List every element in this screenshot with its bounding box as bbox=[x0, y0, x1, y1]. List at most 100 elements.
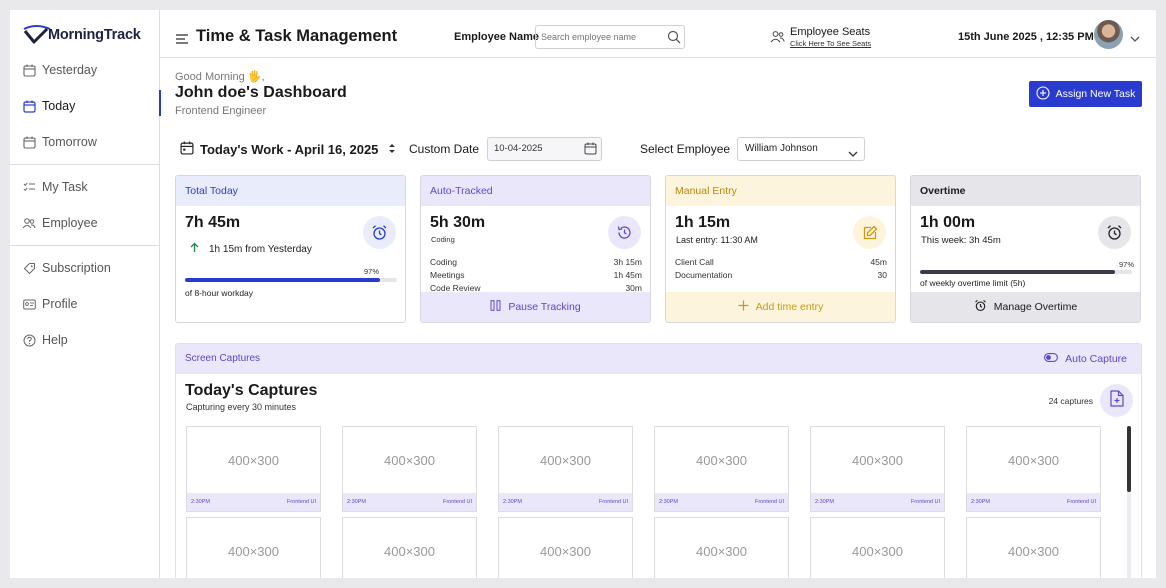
capture-placeholder: 400×300 bbox=[1008, 453, 1059, 468]
pause-tracking-button[interactable]: Pause Tracking bbox=[421, 292, 650, 322]
progress-note: of weekly overtime limit (5h) bbox=[920, 278, 1026, 288]
capture-thumbnail[interactable]: 400×300 bbox=[498, 517, 633, 578]
assign-new-task-button[interactable]: Assign New Task bbox=[1029, 81, 1142, 107]
calendar-icon bbox=[22, 99, 36, 113]
see-seats-link[interactable]: Click Here To See Seats bbox=[790, 39, 871, 48]
alarm-clock-icon bbox=[363, 216, 396, 249]
progress-fill bbox=[920, 270, 1116, 274]
progress-fill bbox=[185, 278, 381, 282]
manage-overtime-button[interactable]: Manage Overtime bbox=[911, 292, 1140, 322]
sidebar-item-employee[interactable]: Employee bbox=[10, 205, 160, 241]
capture-time: 2:30PM bbox=[659, 499, 678, 505]
app-window: MorningTrack Yesterday Today Tomorrow My… bbox=[10, 10, 1156, 578]
capture-time: 2:30PM bbox=[191, 499, 210, 505]
entry-name: Client Call bbox=[675, 257, 714, 267]
sidebar-item-yesterday[interactable]: Yesterday bbox=[10, 52, 160, 88]
auto-sub: Coding bbox=[431, 235, 455, 244]
capture-meta: 2:30PM Frontend UI bbox=[967, 493, 1100, 511]
capture-placeholder: 400×300 bbox=[228, 453, 279, 468]
capture-tag: Frontend UI bbox=[598, 499, 628, 505]
list-item: Client Call 45m bbox=[675, 256, 887, 269]
sidebar-item-today[interactable]: Today bbox=[10, 88, 161, 124]
card-total-today: Total Today 7h 45m 1h 15m from Yesterday… bbox=[175, 175, 406, 323]
select-employee-label: Select Employee bbox=[640, 142, 731, 156]
alarm-clock-icon bbox=[974, 299, 987, 315]
add-file-icon bbox=[1109, 389, 1125, 412]
employee-search-input[interactable] bbox=[536, 26, 664, 48]
capture-placeholder: 400×300 bbox=[852, 453, 903, 468]
search-icon[interactable] bbox=[667, 30, 681, 49]
captures-count: 24 captures bbox=[1048, 396, 1093, 406]
captures-section-label: Screen Captures bbox=[185, 353, 261, 364]
capture-time: 2:30PM bbox=[503, 499, 522, 505]
pause-tracking-label: Pause Tracking bbox=[508, 301, 581, 313]
auto-capture-label: Auto Capture bbox=[1065, 353, 1127, 365]
capture-thumbnail[interactable]: 400×300 bbox=[186, 517, 321, 578]
list-item: Meetings 1h 45m bbox=[430, 269, 642, 282]
capture-thumbnail[interactable]: 400×300 2:30PM Frontend UI bbox=[186, 426, 321, 512]
logo-text: MorningTrack bbox=[48, 27, 141, 43]
progress-note: of 8-hour workday bbox=[185, 288, 254, 298]
chevron-down-icon[interactable] bbox=[1130, 30, 1140, 48]
capture-thumbnail[interactable]: 400×300 2:30PM Frontend UI bbox=[342, 426, 477, 512]
avatar[interactable] bbox=[1094, 20, 1123, 49]
sidebar-item-help[interactable]: Help bbox=[10, 322, 160, 358]
sidebar-divider bbox=[10, 164, 160, 165]
edit-icon[interactable] bbox=[853, 216, 886, 249]
capture-tag: Frontend UI bbox=[910, 499, 940, 505]
sort-icon[interactable] bbox=[388, 142, 396, 157]
capture-time: 2:30PM bbox=[347, 499, 366, 505]
entry-name: Documentation bbox=[675, 270, 733, 280]
sidebar-item-my-task[interactable]: My Task bbox=[10, 169, 160, 205]
selected-employee: William Johnson bbox=[745, 143, 818, 154]
logo[interactable]: MorningTrack bbox=[22, 22, 141, 48]
percent-label: 97% bbox=[363, 267, 379, 276]
capture-thumbnail[interactable]: 400×300 bbox=[966, 517, 1101, 578]
add-time-entry-button[interactable]: Add time entry bbox=[666, 292, 895, 322]
custom-date-input[interactable]: 10-04-2025 bbox=[487, 137, 602, 161]
nav-days: Yesterday Today Tomorrow bbox=[10, 52, 161, 160]
screen-captures-panel: Screen Captures Auto Capture Today's Cap… bbox=[175, 343, 1142, 578]
calendar-icon[interactable] bbox=[584, 142, 597, 164]
auto-capture-toggle[interactable]: Auto Capture bbox=[1044, 344, 1127, 374]
capture-thumbnail[interactable]: 400×300 2:30PM Frontend UI bbox=[966, 426, 1101, 512]
scrollbar-thumb[interactable] bbox=[1127, 426, 1131, 492]
captures-scrollbar[interactable] bbox=[1127, 426, 1131, 578]
toggle-icon bbox=[1044, 344, 1059, 374]
capture-thumbnail[interactable]: 400×300 bbox=[654, 517, 789, 578]
card-title: Total Today bbox=[176, 176, 405, 206]
add-capture-button[interactable] bbox=[1100, 384, 1133, 417]
capture-thumbnail[interactable]: 400×300 2:30PM Frontend UI bbox=[498, 426, 633, 512]
capture-thumbnail[interactable]: 400×300 bbox=[810, 517, 945, 578]
seats-title: Employee Seats bbox=[790, 26, 871, 38]
tag-icon bbox=[22, 261, 36, 275]
nav-work: My Task Employee bbox=[10, 169, 160, 241]
card-title: Manual Entry bbox=[666, 176, 895, 206]
capture-time: 2:30PM bbox=[815, 499, 834, 505]
trend-text: 1h 15m from Yesterday bbox=[209, 243, 312, 255]
capture-placeholder: 400×300 bbox=[852, 544, 903, 559]
activity-time: 1h 45m bbox=[613, 270, 642, 280]
capture-placeholder: 400×300 bbox=[1008, 544, 1059, 559]
capture-thumbnail[interactable]: 400×300 2:30PM Frontend UI bbox=[810, 426, 945, 512]
auto-value: 5h 30m bbox=[430, 214, 486, 231]
capture-placeholder: 400×300 bbox=[228, 544, 279, 559]
select-employee-dropdown[interactable]: William Johnson bbox=[737, 137, 865, 161]
sidebar-item-tomorrow[interactable]: Tomorrow bbox=[10, 124, 160, 160]
calendar-icon bbox=[180, 141, 194, 158]
employee-search bbox=[535, 25, 685, 49]
capture-thumbnail[interactable]: 400×300 2:30PM Frontend UI bbox=[654, 426, 789, 512]
manual-value: 1h 15m bbox=[675, 214, 731, 231]
arrow-up-icon bbox=[190, 242, 199, 256]
capture-thumbnail[interactable]: 400×300 bbox=[342, 517, 477, 578]
captures-subtitle: Capturing every 30 minutes bbox=[186, 402, 297, 412]
entry-time: 30 bbox=[877, 270, 887, 280]
sidebar-item-subscription[interactable]: Subscription bbox=[10, 250, 160, 286]
sidebar-item-profile[interactable]: Profile bbox=[10, 286, 160, 322]
work-date-selector[interactable]: Today's Work - April 16, 2025 bbox=[180, 141, 396, 158]
percent-label: 97% bbox=[1118, 260, 1134, 269]
capture-placeholder: 400×300 bbox=[696, 544, 747, 559]
dashboard-title: John doe's Dashboard bbox=[175, 84, 347, 101]
menu-icon[interactable] bbox=[176, 31, 188, 49]
list-item: Coding 3h 15m bbox=[430, 256, 642, 269]
